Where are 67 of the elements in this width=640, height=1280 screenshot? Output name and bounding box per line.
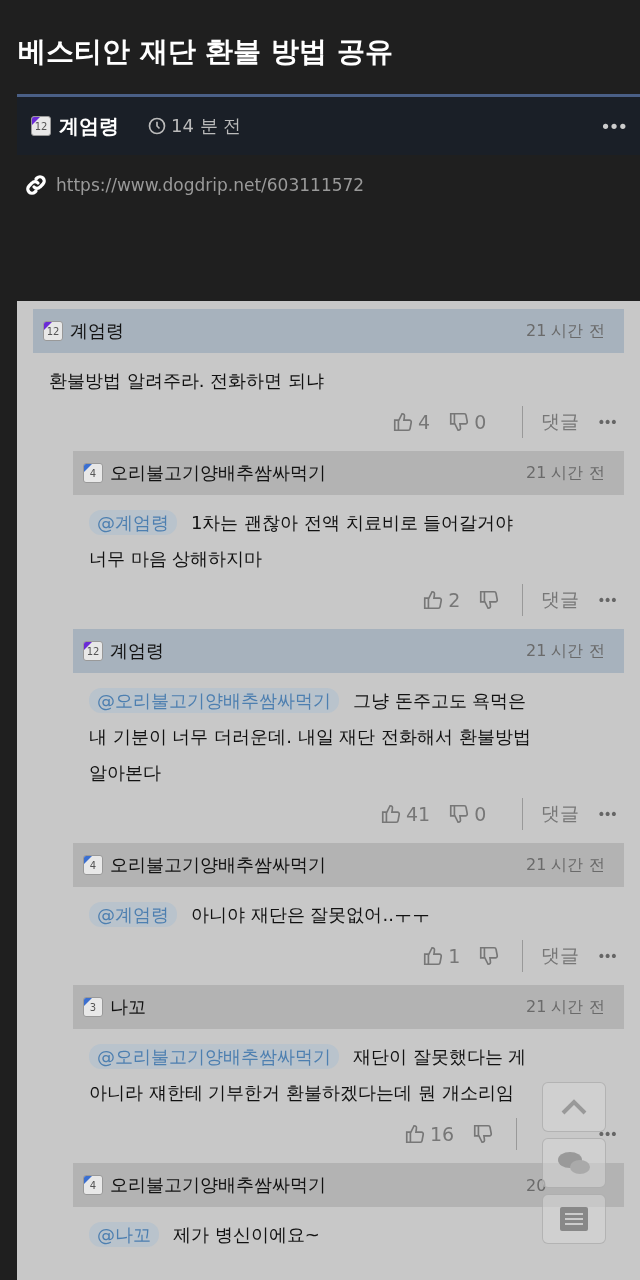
reply-button[interactable]: 댓글 bbox=[541, 801, 580, 827]
post-time: 14 분 전 bbox=[171, 114, 242, 138]
level-number: 12 bbox=[86, 645, 100, 657]
list-icon bbox=[559, 1206, 589, 1232]
comment-author[interactable]: 나꼬 bbox=[110, 995, 146, 1019]
comment-text: @계엄령 아니야 재단은 잘못없어..ㅜㅜ bbox=[73, 887, 532, 939]
level-number: 4 bbox=[89, 859, 97, 871]
reply-button[interactable]: 댓글 bbox=[541, 587, 580, 613]
comment-author[interactable]: 계엄령 bbox=[110, 639, 164, 663]
thumbs-up-icon[interactable] bbox=[422, 589, 445, 611]
reply-button[interactable]: 댓글 bbox=[541, 409, 580, 435]
mention-link[interactable]: @오리불고기양배추쌈싸먹기 bbox=[89, 1044, 339, 1069]
more-button[interactable]: ••• bbox=[597, 806, 616, 822]
thumbs-down-icon[interactable] bbox=[448, 803, 471, 825]
comment-time: 21 시간 전 bbox=[526, 854, 606, 876]
comment-author[interactable]: 오리불고기양배추쌈싸먹기 bbox=[110, 853, 326, 877]
chevron-up-icon bbox=[559, 1097, 589, 1117]
comment-author[interactable]: 오리불고기양배추쌈싸먹기 bbox=[110, 1173, 326, 1197]
thumbs-up-icon[interactable] bbox=[422, 945, 445, 967]
thumbs-up-icon[interactable] bbox=[392, 411, 415, 433]
like-count: 16 bbox=[430, 1123, 455, 1145]
scroll-top-button[interactable] bbox=[542, 1082, 606, 1132]
more-button[interactable]: ••• bbox=[600, 115, 626, 137]
thumbs-down-icon[interactable] bbox=[448, 411, 471, 433]
like-count: 4 bbox=[418, 411, 431, 433]
thumbs-down-icon[interactable] bbox=[472, 1123, 495, 1145]
comment-time: 21 시간 전 bbox=[526, 996, 606, 1018]
comment-text: @오리불고기양배추쌈싸먹기 재단이 잘못했다는 게 아니라 쟤한테 기부한거 환불하겠다는데 뭔 개소리임 bbox=[88, 1043, 528, 1105]
thumbs-up-icon[interactable] bbox=[404, 1123, 427, 1145]
like-count: 1 bbox=[448, 945, 461, 967]
mention-link[interactable]: @오리불고기양배추쌈싸먹기 bbox=[89, 688, 339, 713]
comment-time: 21 시간 전 bbox=[526, 320, 606, 342]
clock-icon bbox=[147, 116, 167, 136]
more-button[interactable]: ••• bbox=[597, 414, 616, 430]
like-count: 2 bbox=[448, 589, 461, 611]
mention-link[interactable]: @계엄령 bbox=[89, 510, 177, 535]
level-number: 12 bbox=[46, 325, 60, 337]
comment-time: 21 시간 전 bbox=[526, 640, 606, 662]
list-button[interactable] bbox=[542, 1194, 606, 1244]
level-number: 12 bbox=[34, 120, 48, 132]
thumbs-down-icon[interactable] bbox=[478, 589, 501, 611]
more-button[interactable]: ••• bbox=[597, 948, 616, 964]
reply-button[interactable]: 댓글 bbox=[541, 943, 580, 969]
comment-time: 21 시간 전 bbox=[526, 462, 606, 484]
level-number: 3 bbox=[89, 1001, 97, 1013]
like-count: 41 bbox=[405, 803, 431, 825]
level-number: 4 bbox=[89, 467, 97, 479]
author-name[interactable]: 계엄령 bbox=[59, 112, 119, 140]
mention-link[interactable]: @나꼬 bbox=[89, 1222, 159, 1247]
comment-author[interactable]: 오리불고기양배추쌈싸먹기 bbox=[110, 461, 326, 485]
post-url[interactable]: https://www.dogdrip.net/603111572 bbox=[56, 175, 365, 195]
comment-time: 20 bbox=[526, 1175, 548, 1195]
comment-text: @나꼬 제가 병신이에요~ bbox=[73, 1207, 532, 1259]
dislike-count: 0 bbox=[474, 411, 487, 433]
level-number: 4 bbox=[89, 1179, 97, 1191]
dislike-count: 0 bbox=[474, 803, 487, 825]
comment-author[interactable]: 계엄령 bbox=[70, 319, 124, 343]
thumbs-up-icon[interactable] bbox=[379, 803, 402, 825]
comment-text: @계엄령 1차는 괜찮아 전액 치료비로 들어갈거야 너무 마음 상해하지마 bbox=[88, 509, 515, 571]
comment-text: @오리불고기양배추쌈싸먹기 그냥 돈주고도 욕먹은 내 기분이 너무 더러운데. 내일 재단 전화해서 환불방법 알아본다 bbox=[88, 687, 532, 785]
link-icon[interactable] bbox=[24, 173, 48, 197]
comment-text: 환불방법 알려주라. 전화하면 되냐 bbox=[48, 369, 325, 393]
post-title: 베스티안 재단 환불 방법 공유 bbox=[17, 34, 394, 70]
thumbs-down-icon[interactable] bbox=[478, 945, 501, 967]
more-button[interactable]: ••• bbox=[597, 592, 616, 608]
mention-link[interactable]: @계엄령 bbox=[89, 902, 177, 927]
more-button[interactable]: ••• bbox=[597, 1126, 616, 1142]
